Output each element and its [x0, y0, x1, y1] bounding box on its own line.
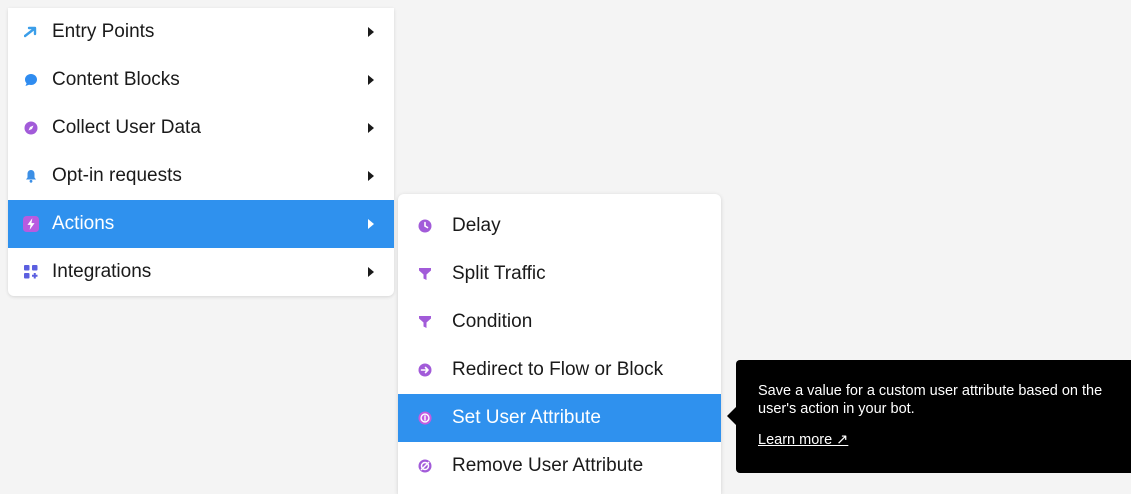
submenu-item-redirect[interactable]: Redirect to Flow or Block — [398, 346, 721, 394]
funnel-icon — [418, 267, 432, 281]
clock-icon — [418, 219, 432, 233]
menu-item-label: Opt-in requests — [52, 165, 182, 186]
chevron-right-icon — [368, 123, 374, 133]
submenu-item-label: Split Traffic — [452, 263, 546, 284]
submenu-item-set-user-attribute[interactable]: Set User Attribute — [398, 394, 721, 442]
set-attribute-icon — [418, 411, 432, 425]
menu-item-content-blocks[interactable]: Content Blocks — [8, 56, 394, 104]
submenu-item-label: Delay — [452, 215, 501, 236]
menu-item-integrations[interactable]: Integrations — [8, 248, 394, 296]
attribute-tooltip: Save a value for a custom user attribute… — [727, 360, 1131, 473]
submenu-item-split-traffic[interactable]: Split Traffic — [398, 250, 721, 298]
primary-menu: Entry Points Content Blocks Collect User… — [8, 8, 394, 296]
submenu-item-remove-user-attribute[interactable]: Remove User Attribute — [398, 442, 721, 490]
chevron-right-icon — [368, 171, 374, 181]
tooltip-description: Save a value for a custom user attribute… — [758, 383, 1103, 417]
submenu-item-label: Condition — [452, 311, 533, 332]
funnel-icon — [418, 315, 432, 329]
chat-bubble-icon — [23, 72, 39, 88]
menu-item-label: Actions — [52, 213, 115, 234]
menu-item-label: Integrations — [52, 261, 152, 282]
grid-plus-icon — [23, 264, 39, 280]
submenu-item-label: Set User Attribute — [452, 407, 601, 428]
learn-more-link[interactable]: Learn more ↗ — [758, 431, 848, 449]
menu-item-label: Entry Points — [52, 21, 155, 42]
lightning-icon — [23, 216, 39, 232]
menu-item-opt-in-requests[interactable]: Opt-in requests — [8, 152, 394, 200]
chevron-right-icon — [368, 219, 374, 229]
menu-item-collect-user-data[interactable]: Collect User Data — [8, 104, 394, 152]
chevron-right-icon — [368, 75, 374, 85]
entry-arrow-icon — [23, 24, 39, 40]
menu-item-label: Collect User Data — [52, 117, 201, 138]
chevron-right-icon — [368, 267, 374, 277]
compass-icon — [23, 120, 39, 136]
remove-attribute-icon — [418, 459, 432, 473]
actions-submenu: Delay Split Traffic Condition Redirect t… — [398, 194, 721, 494]
submenu-item-condition[interactable]: Condition — [398, 298, 721, 346]
menu-item-entry-points[interactable]: Entry Points — [8, 8, 394, 56]
menu-item-actions[interactable]: Actions — [8, 200, 394, 248]
chevron-right-icon — [368, 27, 374, 37]
submenu-item-label: Redirect to Flow or Block — [452, 359, 664, 380]
bell-icon — [23, 168, 39, 184]
menu-item-label: Content Blocks — [52, 69, 180, 90]
redirect-arrow-icon — [418, 363, 432, 377]
submenu-item-label: Remove User Attribute — [452, 455, 644, 476]
submenu-item-delay[interactable]: Delay — [398, 202, 721, 250]
